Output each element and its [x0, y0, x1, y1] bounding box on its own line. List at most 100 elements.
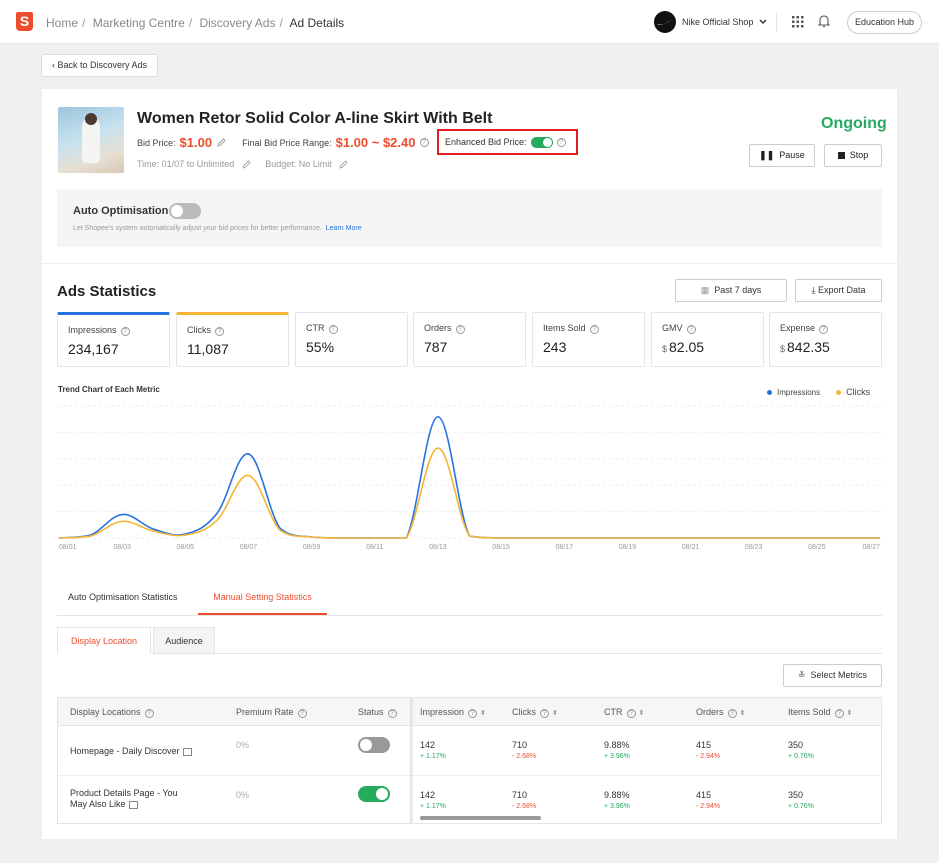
enhanced-bid-price-label: Enhanced Bid Price:: [445, 137, 527, 147]
status-toggle[interactable]: [358, 786, 390, 802]
help-icon[interactable]: ?: [626, 709, 636, 718]
metric-label: Expense: [780, 323, 816, 333]
help-icon[interactable]: ?: [419, 138, 429, 147]
breadcrumb-discovery-ads[interactable]: Discovery Ads: [199, 16, 275, 30]
sort-icon[interactable]: ⬍: [552, 710, 558, 717]
statistics-tabs: Auto Optimisation Statistics Manual Sett…: [57, 584, 882, 616]
tab-audience[interactable]: Audience: [153, 627, 215, 654]
learn-more-link[interactable]: Learn More: [326, 225, 362, 232]
help-icon[interactable]: ?: [834, 709, 844, 718]
metric-value: 55%: [306, 339, 335, 355]
legend-item-impressions[interactable]: Impressions: [767, 388, 820, 397]
shopee-logo[interactable]: S: [16, 12, 33, 31]
help-icon[interactable]: ?: [468, 709, 478, 718]
metric-label: Items Sold: [543, 323, 586, 333]
schedule-row: Time: 01/07 to Unlimited Budget: No Limi…: [137, 159, 348, 169]
date-range-value: Past 7 days: [714, 285, 762, 295]
ctr-cell: 9.88% + 3.96%: [604, 740, 630, 760]
sort-icon[interactable]: ⬍: [847, 710, 853, 717]
edit-budget-icon[interactable]: [339, 160, 348, 169]
metric-card-items-sold[interactable]: Items Sold? 243: [532, 312, 645, 367]
bid-price-label: Bid Price:: [137, 137, 176, 148]
x-tick-label: 08/07: [240, 544, 258, 551]
help-icon[interactable]: ?: [589, 325, 599, 334]
divider: [776, 12, 777, 32]
back-label: Back to Discovery Ads: [57, 60, 148, 70]
help-icon[interactable]: ?: [540, 709, 549, 718]
help-icon[interactable]: ?: [144, 709, 154, 718]
x-tick-label: 08/01: [59, 544, 77, 551]
metric-card-impressions[interactable]: Impressions? 234,167: [57, 312, 170, 367]
help-icon[interactable]: ?: [686, 325, 696, 334]
notification-bell-icon[interactable]: [818, 14, 830, 28]
tab-manual-setting-statistics[interactable]: Manual Setting Statistics: [198, 584, 327, 615]
final-bid-range-label: Final Bid Price Range:: [242, 137, 332, 148]
help-icon[interactable]: ?: [455, 325, 465, 334]
help-icon[interactable]: ?: [297, 709, 307, 718]
edit-bid-price-icon[interactable]: [217, 138, 226, 147]
enhanced-bid-price-toggle[interactable]: [530, 136, 553, 148]
premium-rate-cell: 0%: [236, 740, 250, 750]
x-tick-label: 08/25: [808, 544, 826, 551]
download-icon: ⤓: [811, 285, 816, 295]
apps-grid-icon[interactable]: [792, 16, 804, 28]
sort-icon[interactable]: ⬍: [480, 710, 486, 717]
items-sold-cell: 350 + 0.76%: [788, 740, 814, 760]
auto-optimisation-toggle[interactable]: [169, 203, 201, 219]
horizontal-scrollbar[interactable]: [420, 816, 541, 820]
impression-cell: 142 + 1.17%: [420, 790, 446, 810]
select-metrics-button[interactable]: ≚ Select Metrics: [783, 664, 882, 687]
dimension-subtabs: Display Location Audience: [57, 627, 882, 654]
metric-card-gmv[interactable]: GMV? $82.05: [651, 312, 764, 367]
help-icon[interactable]: ?: [328, 325, 338, 334]
edit-time-icon[interactable]: [242, 160, 251, 169]
image-preview-icon[interactable]: [128, 800, 138, 809]
help-icon[interactable]: ?: [727, 709, 737, 718]
currency-symbol: $: [780, 344, 786, 354]
legend-item-clicks[interactable]: Clicks: [836, 387, 870, 397]
final-bid-range-value: $1.00 ~ $2.40: [335, 135, 416, 150]
legend-label: Impressions: [777, 387, 821, 397]
breadcrumb: Home / Marketing Centre / Discovery Ads / A…: [46, 16, 345, 30]
help-icon[interactable]: ?: [387, 709, 397, 718]
pause-button[interactable]: ❚❚ Pause: [749, 144, 815, 167]
help-icon[interactable]: ?: [215, 327, 224, 336]
breadcrumb-home[interactable]: Home: [46, 16, 78, 30]
x-tick-label: 08/15: [492, 544, 510, 551]
metric-value: 11,087: [187, 341, 229, 357]
education-hub-button[interactable]: Education Hub: [847, 11, 922, 34]
stop-icon: [837, 152, 845, 160]
status-toggle[interactable]: [358, 737, 390, 753]
date-range-picker[interactable]: ▦ Past 7 days: [675, 279, 787, 302]
metric-card-orders[interactable]: Orders? 787: [413, 312, 526, 367]
image-preview-icon[interactable]: [182, 747, 192, 756]
column-header-status: Status: [358, 707, 384, 717]
shop-switcher[interactable]: Nike Official Shop: [654, 11, 767, 33]
tab-display-location[interactable]: Display Location: [57, 627, 151, 654]
help-icon[interactable]: ?: [819, 325, 829, 334]
column-header-orders[interactable]: Orders: [696, 707, 724, 717]
breadcrumb-marketing-centre[interactable]: Marketing Centre: [93, 16, 185, 30]
legend-dot: [836, 389, 842, 395]
metric-card-expense[interactable]: Expense? $842.35: [769, 312, 882, 367]
column-header-clicks[interactable]: Clicks: [512, 707, 536, 717]
product-title: Women Retor Solid Color A-line Skirt Wit…: [137, 110, 493, 127]
sort-icon[interactable]: ⬍: [639, 710, 645, 717]
impression-cell: 142 + 1.17%: [420, 740, 446, 760]
metric-value: 787: [424, 339, 448, 355]
column-header-ctr[interactable]: CTR: [604, 707, 623, 717]
stop-button[interactable]: Stop: [824, 144, 882, 167]
export-data-button[interactable]: ⤓ Export Data: [795, 279, 882, 302]
nike-logo-icon: [654, 11, 676, 33]
metric-card-clicks[interactable]: Clicks? 11,087: [176, 312, 289, 367]
location-name: Homepage - Daily Discover: [70, 746, 180, 756]
help-icon[interactable]: ?: [556, 137, 566, 147]
column-header-items-sold[interactable]: Items Sold: [788, 707, 831, 717]
back-to-discovery-ads-button[interactable]: ‹ Back to Discovery Ads: [41, 54, 159, 77]
tab-auto-optimisation-statistics[interactable]: Auto Optimisation Statistics: [68, 584, 178, 615]
help-icon[interactable]: ?: [120, 327, 130, 336]
select-metrics-label: Select Metrics: [810, 670, 868, 680]
metric-card-ctr[interactable]: CTR? 55%: [295, 312, 408, 367]
column-header-impression[interactable]: Impression: [420, 707, 464, 717]
sort-icon[interactable]: ⬍: [740, 710, 746, 717]
